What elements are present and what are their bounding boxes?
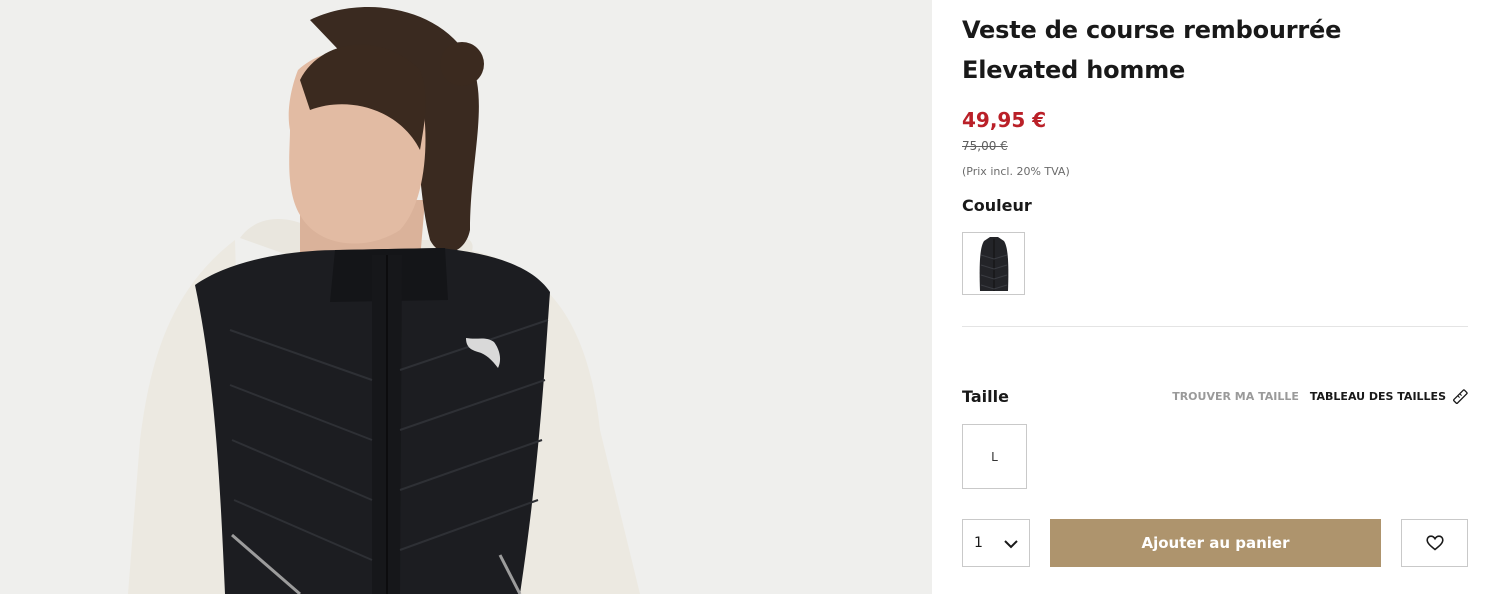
size-label: Taille — [962, 387, 1009, 406]
add-to-cart-button[interactable]: Ajouter au panier — [1050, 519, 1381, 567]
color-label: Couleur — [962, 196, 1032, 215]
chevron-down-icon — [1003, 536, 1019, 552]
find-my-size-link[interactable]: TROUVER MA TAILLE — [1172, 388, 1299, 406]
original-price: 75,00 € — [962, 139, 1008, 153]
vest-thumbnail-icon — [979, 236, 1008, 291]
tax-note: (Prix incl. 20% TVA) — [962, 165, 1070, 178]
quantity-select[interactable]: 1 — [962, 519, 1030, 567]
wishlist-button[interactable] — [1401, 519, 1468, 567]
size-chart-link[interactable]: TABLEAU DES TAILLES — [1310, 388, 1446, 406]
ruler-icon[interactable] — [1452, 389, 1468, 405]
color-swatch-black[interactable] — [962, 232, 1025, 295]
size-option-l[interactable]: L — [962, 424, 1027, 489]
section-divider — [962, 326, 1468, 327]
sale-price: 49,95 € — [962, 108, 1047, 132]
product-image — [0, 0, 932, 594]
size-links: TROUVER MA TAILLE TABLEAU DES TAILLES — [1172, 388, 1468, 406]
quantity-value: 1 — [974, 535, 983, 551]
product-title: Veste de course rembourrée Elevated homm… — [962, 16, 1342, 84]
product-details-panel: Veste de course rembourrée Elevated homm… — [962, 0, 1468, 594]
product-photo-illustration — [0, 0, 932, 594]
heart-icon — [1425, 535, 1444, 551]
